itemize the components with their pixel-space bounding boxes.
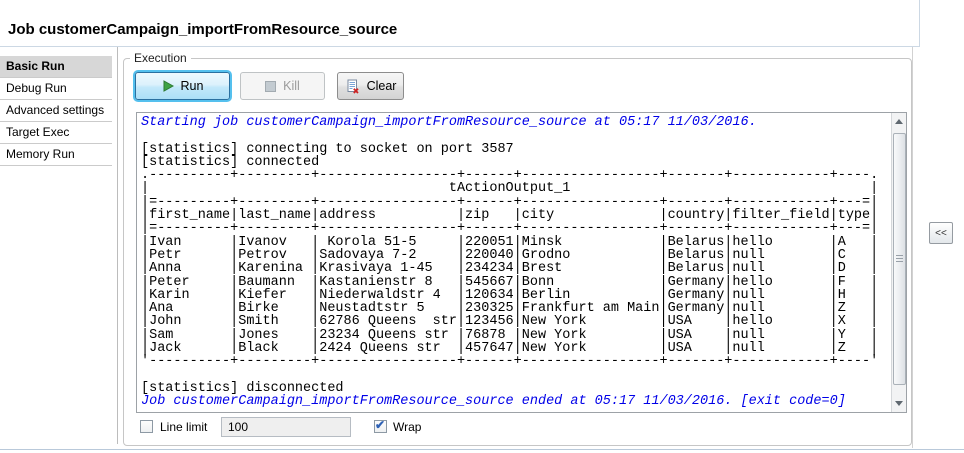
kill-button[interactable]: Kill	[240, 72, 325, 100]
run-button[interactable]: Run	[135, 72, 230, 100]
run-view-tab-list: Basic Run Debug Run Advanced settings Ta…	[0, 56, 112, 166]
console-output: Starting job customerCampaign_importFrom…	[137, 113, 891, 412]
console-line	[141, 129, 891, 142]
console-line: |Petr |Petrov |Sadovaya 7-2 |220040|Grod…	[141, 249, 891, 262]
console-line: [statistics] disconnected	[141, 382, 891, 395]
sidebar-item-advanced-settings[interactable]: Advanced settings	[0, 100, 112, 122]
execution-group-label: Execution	[130, 51, 191, 65]
console-line: |first_name|last_name|address |zip |city…	[141, 209, 891, 222]
console-line: |Sam |Jones |23234 Queens str |76878 |Ne…	[141, 329, 891, 342]
console-line: | tActionOutput_1 |	[141, 182, 891, 195]
clear-button-label: Clear	[367, 79, 397, 93]
console-line: |Peter |Baumann |Kastanienstr 8 |545667|…	[141, 276, 891, 289]
scrollbar-down-arrow-icon[interactable]	[892, 396, 906, 411]
run-button-label: Run	[181, 79, 204, 93]
console-line: |=---------+---------+-----------------+…	[141, 196, 891, 209]
kill-button-label: Kill	[283, 79, 300, 93]
scrollbar-up-arrow-icon[interactable]	[892, 114, 906, 129]
console-line: .----------+---------+-----------------+…	[141, 169, 891, 182]
play-icon	[162, 80, 174, 92]
console-line: |Jack |Black |2424 Queens str |457647|Ne…	[141, 342, 891, 355]
collapse-panel-button[interactable]: <<	[929, 222, 953, 244]
wrap-checkbox[interactable]	[374, 420, 387, 433]
console-vertical-scrollbar[interactable]	[891, 113, 906, 412]
view-right-border	[912, 47, 913, 448]
line-limit-input[interactable]	[221, 417, 351, 437]
console-line: Job customerCampaign_importFromResource_…	[141, 395, 891, 408]
line-limit-checkbox[interactable]	[140, 420, 153, 433]
console-line: |Anna |Karenina |Krasivaya 1-45 |234234|…	[141, 262, 891, 275]
sidebar-item-debug-run[interactable]: Debug Run	[0, 78, 112, 100]
console-line	[141, 369, 891, 382]
scrollbar-thumb[interactable]	[893, 133, 906, 385]
job-title-bar: Job customerCampaign_importFromResource_…	[0, 0, 920, 47]
sidebar-item-memory-run[interactable]: Memory Run	[0, 144, 112, 166]
stop-icon	[265, 81, 276, 92]
console-line: |Ana |Birke |Neustadtstr 5 |230325|Frank…	[141, 302, 891, 315]
sidebar-divider	[117, 47, 118, 444]
console-line: [statistics] connected	[141, 156, 891, 169]
page-title: Job customerCampaign_importFromResource_…	[8, 21, 397, 38]
wrap-label: Wrap	[393, 420, 421, 434]
console-line: |Ivan |Ivanov | Korola 51-5 |220051|Mins…	[141, 236, 891, 249]
console-line: '----------+---------+-----------------+…	[141, 355, 891, 368]
line-limit-label: Line limit	[160, 420, 207, 434]
console-line: |Karin |Kiefer |Niederwaldstr 4 |120634|…	[141, 289, 891, 302]
console-line: [statistics] connecting to socket on por…	[141, 143, 891, 156]
console-line: |=---------+---------+-----------------+…	[141, 222, 891, 235]
clear-document-icon	[345, 79, 360, 94]
clear-button[interactable]: Clear	[337, 72, 404, 100]
execution-console[interactable]: Starting job customerCampaign_importFrom…	[136, 112, 907, 413]
scrollbar-grip-icon	[896, 255, 903, 263]
sidebar-item-basic-run[interactable]: Basic Run	[0, 56, 112, 78]
view-bottom-border	[0, 449, 964, 450]
console-line: |John |Smith |62786 Queens str|123456|Ne…	[141, 315, 891, 328]
console-line: Starting job customerCampaign_importFrom…	[141, 116, 891, 129]
sidebar-item-target-exec[interactable]: Target Exec	[0, 122, 112, 144]
